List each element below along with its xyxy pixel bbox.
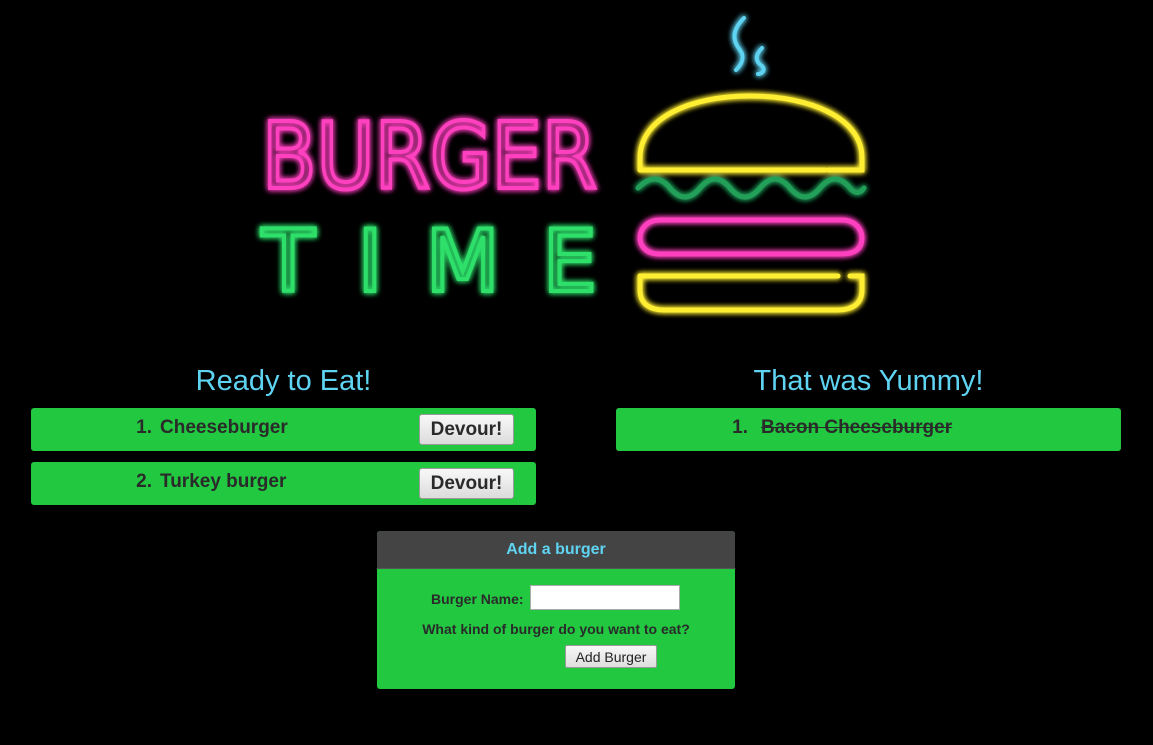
devour-button[interactable]: Devour! [419, 414, 514, 445]
item-number: 1. [136, 417, 152, 438]
item-name: Cheeseburger [160, 417, 288, 438]
devour-button[interactable]: Devour! [419, 468, 514, 499]
burger-name-label: Burger Name: [431, 591, 524, 607]
add-burger-form: Burger Name: What kind of burger do you … [377, 569, 735, 689]
steam-icon [732, 16, 766, 76]
ready-list-item: 1. Cheeseburger Devour! [31, 408, 536, 451]
ready-list-item: 2. Turkey burger Devour! [31, 462, 536, 505]
ready-to-eat-section: Ready to Eat! 1. Cheeseburger Devour! 2.… [31, 362, 536, 516]
devoured-heading: That was Yummy! [753, 365, 984, 397]
burger-name-input[interactable] [530, 585, 680, 610]
help-text: What kind of burger do you want to eat? [422, 621, 690, 637]
item-number: 2. [136, 471, 152, 492]
item-number: 1. [732, 417, 748, 438]
item-name: Turkey burger [160, 471, 287, 492]
burger-icon [635, 93, 867, 313]
page: BURGER TIME Ready to Eat! 1. Cheeseburge… [0, 0, 1153, 745]
ready-heading: Ready to Eat! [195, 365, 372, 397]
devoured-list-item: 1. Bacon Cheeseburger [616, 408, 1121, 451]
add-burger-panel: Add a burger Burger Name: What kind of b… [377, 531, 735, 689]
logo-word-burger: BURGER [262, 103, 597, 210]
add-burger-button[interactable]: Add Burger [565, 645, 657, 668]
burger-time-logo: BURGER TIME [240, 8, 900, 338]
logo-word-time: TIME [261, 212, 597, 312]
panel-title: Add a burger [377, 531, 735, 569]
item-name: Bacon Cheeseburger [761, 417, 953, 438]
devoured-section: That was Yummy! 1. Bacon Cheeseburger [616, 362, 1121, 462]
